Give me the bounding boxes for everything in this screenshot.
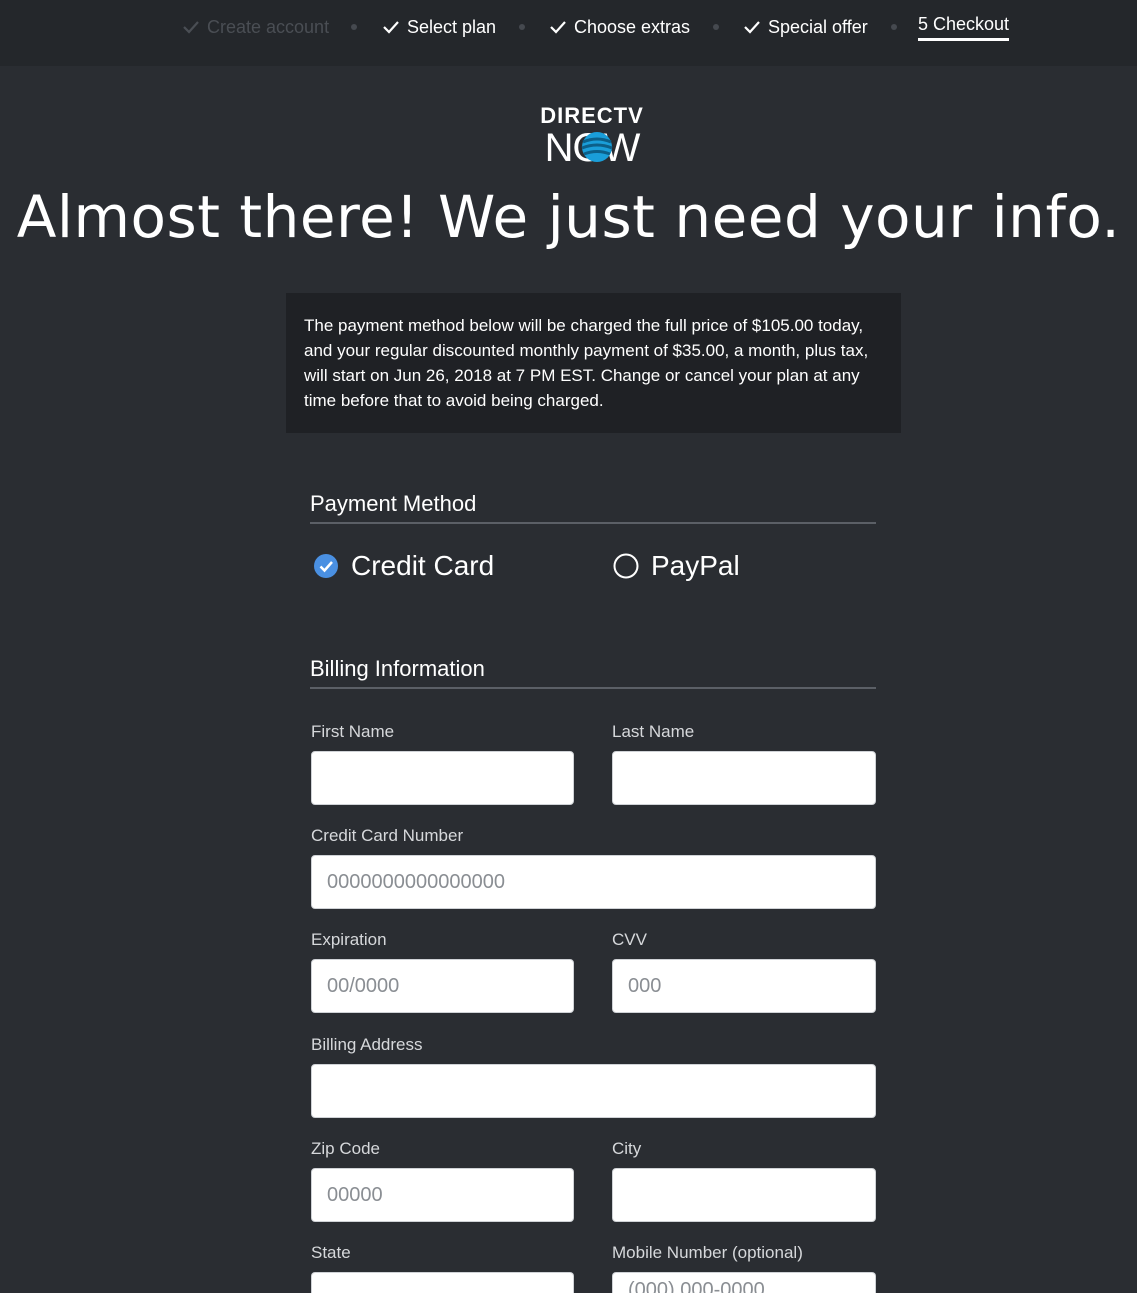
step-choose-extras[interactable]: Choose extras bbox=[550, 16, 690, 38]
radio-credit-card[interactable]: Credit Card bbox=[313, 548, 494, 584]
att-globe-icon bbox=[581, 132, 613, 162]
mobile-number-label: Mobile Number (optional) bbox=[612, 1243, 803, 1262]
check-icon bbox=[744, 16, 762, 38]
step-separator bbox=[519, 24, 525, 30]
step-label: Choose extras bbox=[574, 17, 691, 37]
checkout-stepper: Create account Select plan Choose extras… bbox=[0, 0, 1137, 66]
step-checkout[interactable]: 5 Checkout bbox=[918, 13, 1010, 41]
step-select-plan[interactable]: Select plan bbox=[383, 16, 496, 38]
step-separator bbox=[713, 24, 719, 30]
check-icon bbox=[383, 16, 401, 38]
expiration-input[interactable] bbox=[311, 959, 574, 1013]
directv-now-logo: DIRECTV NOW bbox=[540, 103, 644, 169]
charge-notice: The payment method below will be charged… bbox=[286, 293, 901, 433]
card-number-input[interactable] bbox=[311, 855, 876, 909]
step-special-offer[interactable]: Special offer bbox=[744, 16, 868, 38]
step-label: Special offer bbox=[768, 17, 868, 37]
radio-label: Credit Card bbox=[351, 550, 495, 581]
billing-address-label: Billing Address bbox=[311, 1035, 423, 1054]
radio-label: PayPal bbox=[651, 550, 740, 581]
billing-address-input[interactable] bbox=[311, 1064, 876, 1118]
step-separator bbox=[351, 24, 357, 30]
logo-wordmark-top: DIRECTV bbox=[540, 103, 644, 128]
checked-radio-icon bbox=[314, 554, 338, 578]
cvv-label: CVV bbox=[612, 930, 647, 949]
check-icon bbox=[550, 16, 568, 38]
check-icon bbox=[183, 16, 201, 38]
zip-code-label: Zip Code bbox=[311, 1139, 380, 1158]
step-label: Create account bbox=[207, 17, 330, 37]
city-input[interactable] bbox=[612, 1168, 876, 1222]
step-create-account[interactable]: Create account bbox=[183, 16, 329, 38]
first-name-label: First Name bbox=[311, 722, 395, 741]
unchecked-radio-icon bbox=[613, 553, 639, 579]
billing-information-heading: Billing Information bbox=[310, 655, 876, 689]
card-number-label: Credit Card Number bbox=[311, 826, 464, 845]
payment-method-heading: Payment Method bbox=[310, 490, 876, 524]
expiration-label: Expiration bbox=[311, 930, 387, 949]
city-label: City bbox=[612, 1139, 642, 1158]
mobile-number-input[interactable] bbox=[612, 1272, 876, 1293]
cvv-input[interactable] bbox=[612, 959, 876, 1013]
step-label: 5 Checkout bbox=[918, 13, 1010, 41]
state-select[interactable] bbox=[311, 1272, 574, 1293]
last-name-input[interactable] bbox=[612, 751, 876, 805]
last-name-label: Last Name bbox=[612, 722, 695, 741]
radio-paypal[interactable]: PayPal bbox=[613, 548, 740, 584]
zip-code-input[interactable] bbox=[311, 1168, 574, 1222]
first-name-input[interactable] bbox=[311, 751, 574, 805]
step-separator bbox=[891, 24, 897, 30]
step-label: Select plan bbox=[407, 17, 497, 37]
page-title: Almost there! We just need your info. bbox=[16, 183, 1121, 251]
state-label: State bbox=[311, 1243, 351, 1262]
